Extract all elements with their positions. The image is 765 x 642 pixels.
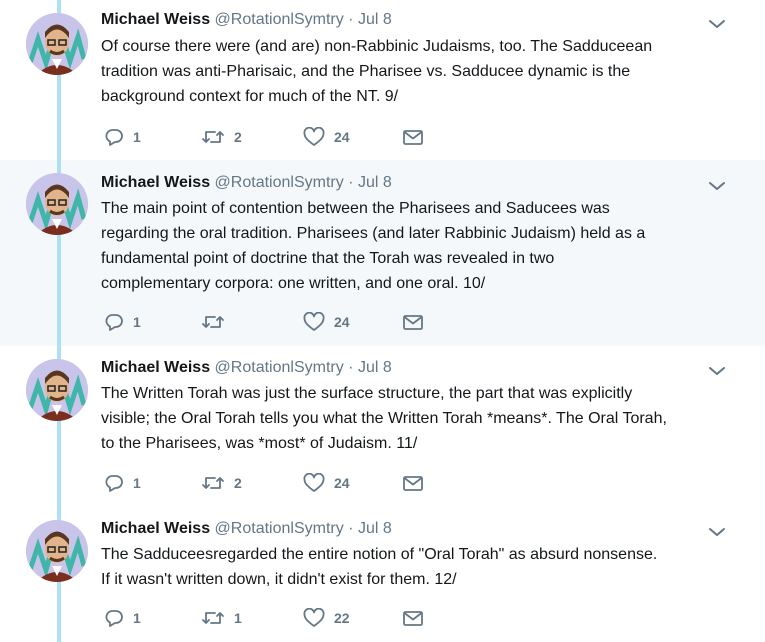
chevron-down-icon[interactable] xyxy=(706,176,728,196)
heart-icon xyxy=(303,127,325,146)
reply-button[interactable]: 1 xyxy=(104,473,141,493)
envelope-icon xyxy=(403,315,423,330)
tweet-header: Michael Weiss @RotationlSymtry · Jul 8 xyxy=(101,173,392,193)
retweet-count: 2 xyxy=(234,129,242,145)
retweet-count: 2 xyxy=(234,475,242,491)
like-button[interactable]: 22 xyxy=(303,608,350,628)
author-handle[interactable]: @RotationlSymtry xyxy=(215,359,344,376)
retweet-icon xyxy=(202,131,224,143)
reply-count: 1 xyxy=(133,314,141,330)
reply-button[interactable]: 1 xyxy=(104,312,141,332)
envelope-icon xyxy=(403,476,423,491)
tweet-header: Michael Weiss @RotationlSymtry · Jul 8 xyxy=(101,519,392,539)
reply-count: 1 xyxy=(133,475,141,491)
like-count: 24 xyxy=(334,475,350,491)
author-handle[interactable]: @RotationlSymtry xyxy=(215,520,344,537)
separator-dot: · xyxy=(348,520,354,537)
reply-icon xyxy=(105,314,123,331)
avatar-image xyxy=(26,173,88,235)
tweet-date[interactable]: Jul 8 xyxy=(358,11,392,28)
dm-button[interactable] xyxy=(402,312,424,332)
heart-icon xyxy=(303,608,325,627)
retweet-button[interactable] xyxy=(201,312,234,332)
tweet-text: The Written Torah was just the surface s… xyxy=(101,385,667,452)
author-handle[interactable]: @RotationlSymtry xyxy=(215,11,344,28)
like-count: 24 xyxy=(334,314,350,330)
like-button[interactable]: 24 xyxy=(303,473,350,493)
tweet-text: The Sadduceesregarded the entire notion … xyxy=(101,546,658,588)
avatar-image xyxy=(26,520,88,582)
author-name[interactable]: Michael Weiss xyxy=(101,11,210,28)
avatar-image xyxy=(26,13,88,75)
dm-button[interactable] xyxy=(402,608,424,628)
avatar-image xyxy=(26,359,88,421)
reply-button[interactable]: 1 xyxy=(104,608,141,628)
author-name[interactable]: Michael Weiss xyxy=(101,520,210,537)
reply-icon xyxy=(105,610,123,627)
reply-icon xyxy=(105,129,123,146)
heart-icon xyxy=(303,312,325,331)
author-handle[interactable]: @RotationlSymtry xyxy=(215,174,344,191)
separator-dot: · xyxy=(348,359,354,376)
reply-count: 1 xyxy=(133,610,141,626)
retweet-icon xyxy=(202,477,224,489)
avatar[interactable] xyxy=(26,173,88,235)
avatar[interactable] xyxy=(26,13,88,75)
author-name[interactable]: Michael Weiss xyxy=(101,174,210,191)
author-name[interactable]: Michael Weiss xyxy=(101,359,210,376)
tweet-text: Of course there were (and are) non-Rabbi… xyxy=(101,38,653,105)
dm-button[interactable] xyxy=(402,127,424,147)
like-count: 24 xyxy=(334,129,350,145)
tweet-header: Michael Weiss @RotationlSymtry · Jul 8 xyxy=(101,10,392,30)
retweet-button[interactable]: 2 xyxy=(201,473,242,493)
avatar[interactable] xyxy=(26,359,88,421)
like-button[interactable]: 24 xyxy=(303,127,350,147)
reply-count: 1 xyxy=(133,129,141,145)
reply-icon xyxy=(105,475,123,492)
retweet-icon xyxy=(202,316,224,328)
tweet-12[interactable]: Michael Weiss @RotationlSymtry · Jul 8 T… xyxy=(0,508,765,642)
envelope-icon xyxy=(403,611,423,626)
avatar[interactable] xyxy=(26,520,88,582)
heart-icon xyxy=(303,473,325,492)
tweet-11[interactable]: Michael Weiss @RotationlSymtry · Jul 8 T… xyxy=(0,346,765,508)
retweet-button[interactable]: 2 xyxy=(201,127,242,147)
reply-button[interactable]: 1 xyxy=(104,127,141,147)
retweet-button[interactable]: 1 xyxy=(201,608,242,628)
tweet-text: The main point of contention between the… xyxy=(101,200,646,292)
tweet-date[interactable]: Jul 8 xyxy=(358,174,392,191)
tweet-9[interactable]: Michael Weiss @RotationlSymtry · Jul 8 O… xyxy=(0,0,765,160)
chevron-down-icon[interactable] xyxy=(706,361,728,381)
chevron-down-icon[interactable] xyxy=(706,14,728,34)
tweet-date[interactable]: Jul 8 xyxy=(358,520,392,537)
separator-dot: · xyxy=(348,11,354,28)
like-button[interactable]: 24 xyxy=(303,312,350,332)
tweet-date[interactable]: Jul 8 xyxy=(358,359,392,376)
retweet-count: 1 xyxy=(234,610,242,626)
separator-dot: · xyxy=(348,174,354,191)
retweet-icon xyxy=(202,612,224,624)
dm-button[interactable] xyxy=(402,473,424,493)
envelope-icon xyxy=(403,130,423,145)
chevron-down-icon[interactable] xyxy=(706,522,728,542)
tweet-header: Michael Weiss @RotationlSymtry · Jul 8 xyxy=(101,358,392,378)
tweet-10[interactable]: Michael Weiss @RotationlSymtry · Jul 8 T… xyxy=(0,160,765,346)
like-count: 22 xyxy=(334,610,350,626)
